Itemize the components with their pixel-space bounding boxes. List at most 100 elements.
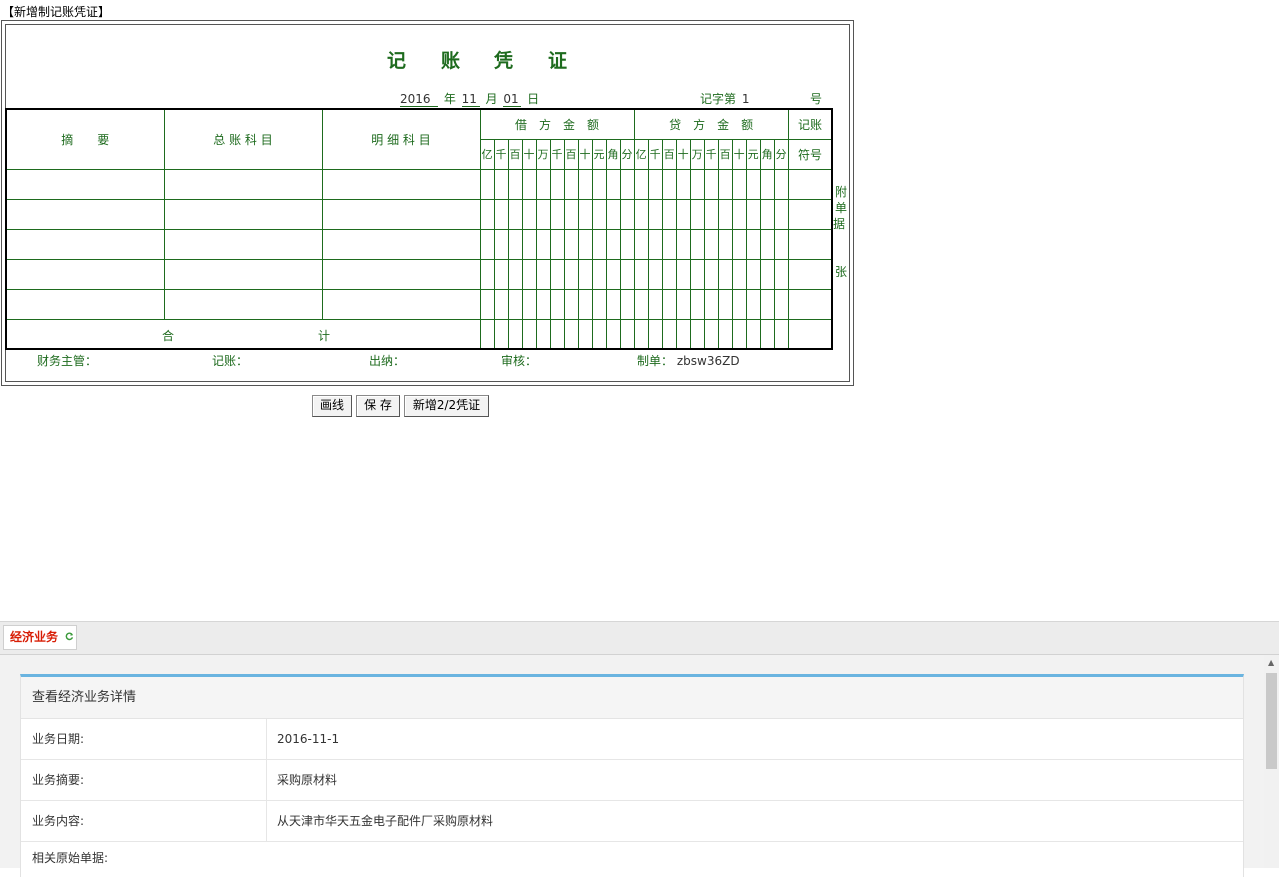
entry-digit-cell[interactable]: [605, 288, 621, 320]
entry-digit-cell[interactable]: [507, 168, 523, 200]
entry-digit-cell[interactable]: [703, 198, 719, 230]
entry-digit-cell[interactable]: [493, 258, 509, 290]
entry-digit-cell[interactable]: [605, 168, 621, 200]
entry-digit-cell[interactable]: [731, 198, 747, 230]
entry-mark-cell[interactable]: [787, 228, 833, 260]
entry-digit-cell[interactable]: [661, 258, 677, 290]
entry-digit-cell[interactable]: [577, 258, 593, 290]
entry-digit-cell[interactable]: [549, 258, 565, 290]
entry-digit-cell[interactable]: [675, 288, 691, 320]
entry-text-cell[interactable]: [321, 198, 481, 230]
entry-text-cell[interactable]: [5, 168, 165, 200]
entry-digit-cell[interactable]: [759, 288, 775, 320]
entry-text-cell[interactable]: [5, 198, 165, 230]
entry-digit-cell[interactable]: [563, 198, 579, 230]
entry-text-cell[interactable]: [321, 288, 481, 320]
entry-digit-cell[interactable]: [563, 168, 579, 200]
entry-digit-cell[interactable]: [605, 258, 621, 290]
entry-digit-cell[interactable]: [535, 288, 551, 320]
entry-digit-cell[interactable]: [619, 198, 635, 230]
entry-digit-cell[interactable]: [591, 168, 607, 200]
entry-digit-cell[interactable]: [717, 198, 733, 230]
scroll-up-arrow-icon[interactable]: ▲: [1268, 658, 1274, 667]
entry-digit-cell[interactable]: [591, 258, 607, 290]
entry-digit-cell[interactable]: [689, 258, 705, 290]
entry-digit-cell[interactable]: [661, 168, 677, 200]
entry-digit-cell[interactable]: [717, 288, 733, 320]
entry-digit-cell[interactable]: [507, 228, 523, 260]
entry-text-cell[interactable]: [163, 168, 323, 200]
entry-digit-cell[interactable]: [535, 228, 551, 260]
entry-text-cell[interactable]: [5, 288, 165, 320]
entry-digit-cell[interactable]: [675, 228, 691, 260]
entry-digit-cell[interactable]: [759, 258, 775, 290]
entry-digit-cell[interactable]: [647, 258, 663, 290]
number-value[interactable]: 1: [742, 92, 750, 106]
entry-digit-cell[interactable]: [717, 168, 733, 200]
entry-digit-cell[interactable]: [479, 258, 495, 290]
entry-text-cell[interactable]: [163, 198, 323, 230]
entry-digit-cell[interactable]: [577, 168, 593, 200]
entry-digit-cell[interactable]: [563, 228, 579, 260]
entry-digit-cell[interactable]: [563, 258, 579, 290]
entry-digit-cell[interactable]: [773, 168, 789, 200]
entry-digit-cell[interactable]: [703, 168, 719, 200]
entry-mark-cell[interactable]: [787, 198, 833, 230]
scrollbar-thumb[interactable]: [1266, 673, 1277, 769]
entry-digit-cell[interactable]: [759, 168, 775, 200]
entry-digit-cell[interactable]: [619, 228, 635, 260]
entry-digit-cell[interactable]: [717, 228, 733, 260]
entry-digit-cell[interactable]: [563, 288, 579, 320]
entry-mark-cell[interactable]: [787, 288, 833, 320]
month-input[interactable]: 11: [461, 92, 480, 107]
entry-digit-cell[interactable]: [675, 198, 691, 230]
entry-digit-cell[interactable]: [731, 288, 747, 320]
entry-digit-cell[interactable]: [521, 288, 537, 320]
entry-digit-cell[interactable]: [521, 168, 537, 200]
entry-digit-cell[interactable]: [619, 168, 635, 200]
entry-text-cell[interactable]: [163, 288, 323, 320]
entry-digit-cell[interactable]: [647, 168, 663, 200]
entry-digit-cell[interactable]: [591, 198, 607, 230]
entry-text-cell[interactable]: [321, 258, 481, 290]
entry-digit-cell[interactable]: [479, 288, 495, 320]
entry-digit-cell[interactable]: [633, 228, 649, 260]
day-input[interactable]: 01: [503, 92, 522, 107]
entry-digit-cell[interactable]: [633, 168, 649, 200]
entry-digit-cell[interactable]: [647, 198, 663, 230]
entry-digit-cell[interactable]: [633, 258, 649, 290]
entry-text-cell[interactable]: [321, 228, 481, 260]
entry-text-cell[interactable]: [5, 228, 165, 260]
entry-digit-cell[interactable]: [633, 288, 649, 320]
entry-digit-cell[interactable]: [549, 198, 565, 230]
entry-digit-cell[interactable]: [731, 228, 747, 260]
entry-digit-cell[interactable]: [577, 288, 593, 320]
entry-digit-cell[interactable]: [675, 258, 691, 290]
entry-digit-cell[interactable]: [717, 258, 733, 290]
entry-digit-cell[interactable]: [759, 198, 775, 230]
entry-digit-cell[interactable]: [507, 258, 523, 290]
year-input[interactable]: 2016: [400, 92, 438, 107]
entry-digit-cell[interactable]: [661, 198, 677, 230]
entry-digit-cell[interactable]: [773, 288, 789, 320]
entry-digit-cell[interactable]: [493, 168, 509, 200]
entry-digit-cell[interactable]: [521, 198, 537, 230]
entry-digit-cell[interactable]: [591, 288, 607, 320]
entry-digit-cell[interactable]: [591, 228, 607, 260]
entry-digit-cell[interactable]: [689, 168, 705, 200]
entry-digit-cell[interactable]: [745, 288, 761, 320]
entry-digit-cell[interactable]: [759, 228, 775, 260]
entry-digit-cell[interactable]: [535, 168, 551, 200]
vertical-scrollbar[interactable]: ▲: [1264, 655, 1279, 868]
tab-economic-business[interactable]: 经济业务: [3, 625, 77, 650]
entry-mark-cell[interactable]: [787, 258, 833, 290]
entry-digit-cell[interactable]: [773, 258, 789, 290]
entry-digit-cell[interactable]: [619, 288, 635, 320]
new-voucher-button[interactable]: 新增2/2凭证: [404, 395, 489, 417]
entry-digit-cell[interactable]: [731, 168, 747, 200]
refresh-icon[interactable]: [65, 632, 74, 641]
entry-digit-cell[interactable]: [703, 288, 719, 320]
entry-text-cell[interactable]: [163, 228, 323, 260]
entry-digit-cell[interactable]: [507, 288, 523, 320]
entry-digit-cell[interactable]: [549, 168, 565, 200]
